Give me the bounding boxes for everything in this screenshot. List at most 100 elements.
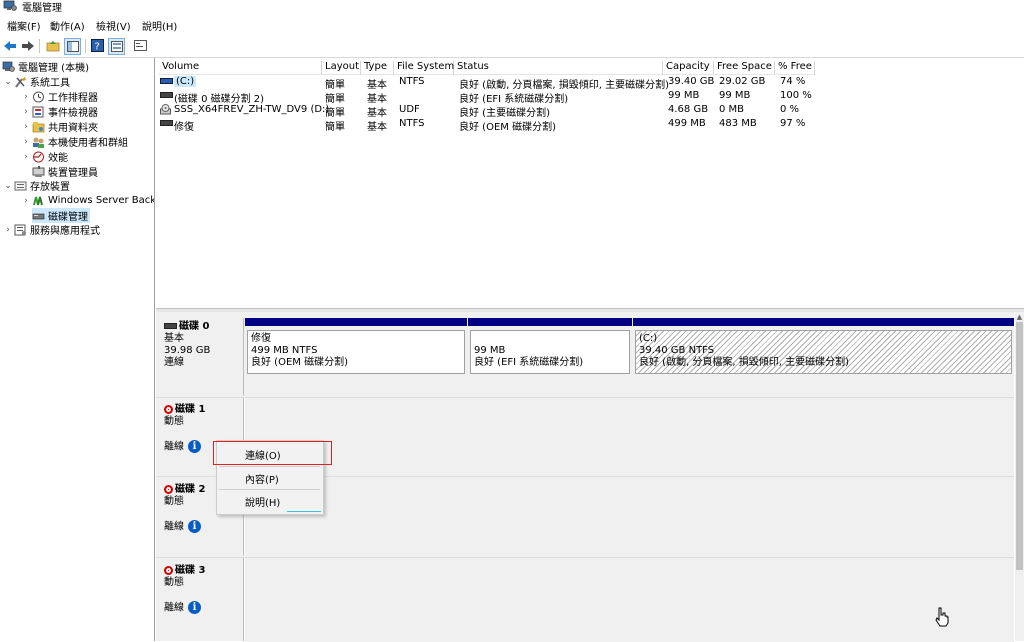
column-header-layout[interactable]: Layout xyxy=(322,61,361,75)
tree-item-services-applications[interactable]: › 服務與應用程式 xyxy=(2,222,100,237)
cell-capacity: 499 MB xyxy=(668,118,706,129)
chevron-right-icon[interactable]: › xyxy=(2,225,14,235)
context-item-help[interactable]: 說明(H) xyxy=(245,494,280,509)
tree-item-storage[interactable]: ⌄ 存放裝置 xyxy=(2,178,70,194)
scroll-up-icon[interactable]: ▲ xyxy=(1016,313,1023,321)
tree-item-performance[interactable]: › 效能 xyxy=(20,149,68,164)
svg-text:?: ? xyxy=(95,42,100,53)
scrollbar-thumb[interactable] xyxy=(1016,322,1023,570)
column-header-percent-free[interactable]: % Free xyxy=(775,61,815,75)
tree-item-local-users-groups[interactable]: › 本機使用者和群組 xyxy=(20,134,128,150)
tree-label: 電腦管理 (本機) xyxy=(18,63,89,74)
tree-label: Windows Server Backu xyxy=(48,195,155,206)
partition-c[interactable]: (C:) 39.40 GB NTFS 良好 (啟動, 分頁檔案, 損毀傾印, 主… xyxy=(633,318,1014,396)
partition-status: 良好 (EFI 系統磁碟分割) xyxy=(474,357,584,368)
disk-body-empty[interactable] xyxy=(245,557,1014,642)
table-row[interactable]: (磁碟 0 磁碟分割 2) 簡單 基本 良好 (EFI 系統磁碟分割) 99 M… xyxy=(159,90,859,105)
disk-label-disk0[interactable]: 磁碟 0 基本 39.98 GB 連線 xyxy=(156,318,244,396)
partition-efi[interactable]: 99 MB 良好 (EFI 系統磁碟分割) xyxy=(468,318,632,396)
chevron-right-icon[interactable]: › xyxy=(20,92,32,102)
cell-layout: 簡單 xyxy=(325,94,345,105)
chevron-down-icon[interactable]: ⌄ xyxy=(2,77,14,87)
column-header-file-system[interactable]: File System xyxy=(394,61,454,75)
context-item-properties[interactable]: 內容(P) xyxy=(245,471,279,486)
computer-management-icon xyxy=(3,0,17,11)
column-header-type[interactable]: Type xyxy=(361,61,394,75)
table-row[interactable]: 修復 簡單 基本 NTFS 良好 (OEM 磁碟分割) 499 MB 483 M… xyxy=(159,118,859,133)
partition-name: 修復 xyxy=(251,333,271,344)
partition-status: 良好 (OEM 磁碟分割) xyxy=(251,357,348,368)
partition-bar xyxy=(468,318,632,326)
column-header-volume[interactable]: Volume xyxy=(159,61,322,75)
chevron-right-icon[interactable]: › xyxy=(20,137,32,147)
table-row[interactable]: SSS_X64FREV_ZH-TW_DV9 (D:) 簡單 基本 UDF 良好 … xyxy=(159,104,859,119)
tree-item-system-tools[interactable]: ⌄ 系統工具 xyxy=(2,74,70,89)
disk-body-empty[interactable] xyxy=(245,397,1014,476)
info-icon[interactable]: i xyxy=(188,601,201,614)
tree-item-windows-server-backup[interactable]: › Windows Server Backu xyxy=(20,193,155,208)
forward-arrow-icon[interactable] xyxy=(20,38,35,53)
up-folder-icon[interactable] xyxy=(45,38,60,53)
column-header-free-space[interactable]: Free Space xyxy=(714,61,775,75)
partition-name xyxy=(474,333,626,345)
tree-label: 工作排程器 xyxy=(48,93,98,104)
menu-help[interactable]: 說明(H) xyxy=(142,18,177,33)
tree-label: 效能 xyxy=(48,153,68,164)
chevron-down-icon[interactable]: ⌄ xyxy=(2,181,14,191)
properties-pane-icon[interactable] xyxy=(108,38,125,55)
cell-capacity: 4.68 GB xyxy=(668,104,709,115)
disk-status: 連線 xyxy=(164,357,184,368)
chevron-right-icon[interactable]: › xyxy=(20,122,32,132)
cell-layout: 簡單 xyxy=(325,122,345,133)
partition-fs: 39.40 GB NTFS xyxy=(639,345,715,356)
disk-type: 動態 xyxy=(164,577,184,588)
cell-status: 良好 (主要磁碟分割) xyxy=(459,108,550,119)
cell-layout: 簡單 xyxy=(325,108,345,119)
menu-view[interactable]: 檢視(V) xyxy=(96,18,131,33)
tree-item-event-viewer[interactable]: › 事件檢視器 xyxy=(20,104,98,119)
services-icon xyxy=(14,224,27,236)
column-header-status[interactable]: Status xyxy=(454,61,663,75)
volume-name: SSS_X64FREV_ZH-TW_DV9 (D:) xyxy=(174,104,330,115)
dynamic-disk-error-icon xyxy=(164,565,173,575)
partition-box: (C:) 39.40 GB NTFS 良好 (啟動, 分頁檔案, 損毀傾印, 主… xyxy=(635,330,1012,374)
menu-action[interactable]: 動作(A) xyxy=(50,18,85,33)
cell-percent-free: 74 % xyxy=(780,76,806,87)
menu-separator xyxy=(219,489,320,490)
chevron-right-icon[interactable]: › xyxy=(20,196,32,206)
tree-label: 系統工具 xyxy=(30,78,70,89)
disk-status: 離線 xyxy=(164,521,184,533)
menu-separator xyxy=(219,466,320,467)
tree-item-device-manager[interactable]: 裝置管理員 xyxy=(32,164,98,179)
partition-recovery[interactable]: 修復 499 MB NTFS 良好 (OEM 磁碟分割) xyxy=(245,318,467,396)
dynamic-disk-error-icon xyxy=(164,484,173,494)
settings-view-icon[interactable] xyxy=(133,38,148,53)
volume-name: 修復 xyxy=(174,122,194,133)
help-icon[interactable]: ? xyxy=(90,38,105,53)
menu-file[interactable]: 檔案(F) xyxy=(7,18,41,33)
cell-type: 基本 xyxy=(367,94,387,105)
info-icon[interactable]: i xyxy=(188,440,201,453)
storage-icon xyxy=(14,180,27,192)
disk-body-empty[interactable] xyxy=(245,476,1014,557)
partition-box: 修復 499 MB NTFS 良好 (OEM 磁碟分割) xyxy=(247,330,465,374)
cell-capacity: 99 MB xyxy=(668,90,700,101)
disk-management-icon xyxy=(32,210,45,222)
tree-item-task-scheduler[interactable]: › 工作排程器 xyxy=(20,89,98,104)
toolbar: ? xyxy=(0,35,1024,58)
partition-bar xyxy=(245,318,467,326)
tree-item-disk-management[interactable]: 磁碟管理 xyxy=(32,208,90,223)
back-arrow-icon[interactable] xyxy=(2,38,17,53)
info-icon[interactable]: i xyxy=(188,520,201,533)
disk-label-disk3[interactable]: 磁碟 3 動態 離線 i xyxy=(156,557,244,641)
cell-status: 良好 (OEM 磁碟分割) xyxy=(459,122,556,133)
tree-item-computer-management[interactable]: 電腦管理 (本機) xyxy=(2,59,89,74)
chevron-right-icon[interactable]: › xyxy=(20,152,32,162)
table-row[interactable]: (C:) 簡單 基本 NTFS 良好 (啟動, 分頁檔案, 損毀傾印, 主要磁碟… xyxy=(159,76,859,91)
chevron-right-icon[interactable]: › xyxy=(20,107,32,117)
tree-item-shared-folders[interactable]: › 共用資料夾 xyxy=(20,119,98,134)
show-hide-tree-icon[interactable] xyxy=(64,38,81,55)
column-header-capacity[interactable]: Capacity xyxy=(663,61,714,75)
partition-fs: 99 MB xyxy=(474,345,506,356)
dynamic-disk-error-icon xyxy=(164,404,173,414)
